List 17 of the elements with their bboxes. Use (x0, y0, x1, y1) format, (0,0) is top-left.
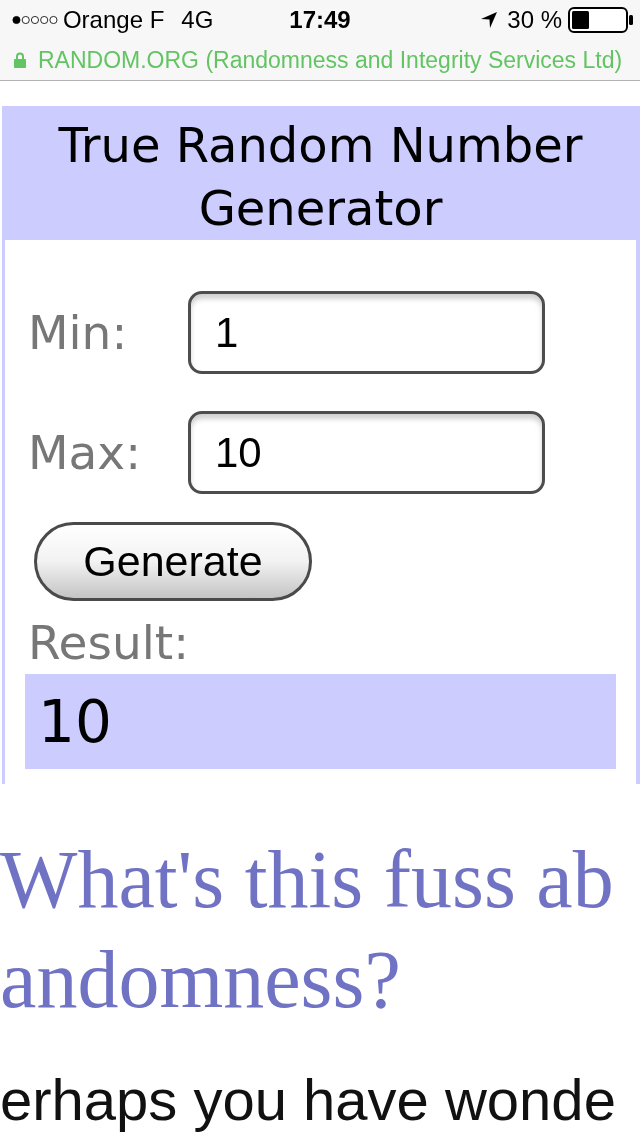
clock-time: 17:49 (289, 8, 351, 32)
field-label: Min: (28, 304, 129, 361)
battery-icon (568, 7, 634, 33)
network-type: 4G (181, 8, 214, 32)
result-label: Result: (28, 615, 190, 671)
location-arrow-icon (481, 12, 498, 28)
battery-percentage: 30 % (507, 8, 562, 32)
generate-button[interactable]: Generate (34, 522, 312, 601)
carrier-name: Orange F (62, 8, 165, 32)
result-display: 10 (25, 674, 616, 769)
number-field[interactable]: 10 (188, 411, 545, 494)
article-heading: What's this fuss ab andomness? (0, 833, 615, 1027)
field-label: Max: (28, 424, 142, 481)
article-paragraph: erhaps you have wonde (0, 1068, 617, 1132)
widget-title: True Random Number Generator (5, 106, 636, 240)
signal-strength-icon (12, 13, 58, 27)
number-field[interactable]: 1 (188, 291, 545, 374)
